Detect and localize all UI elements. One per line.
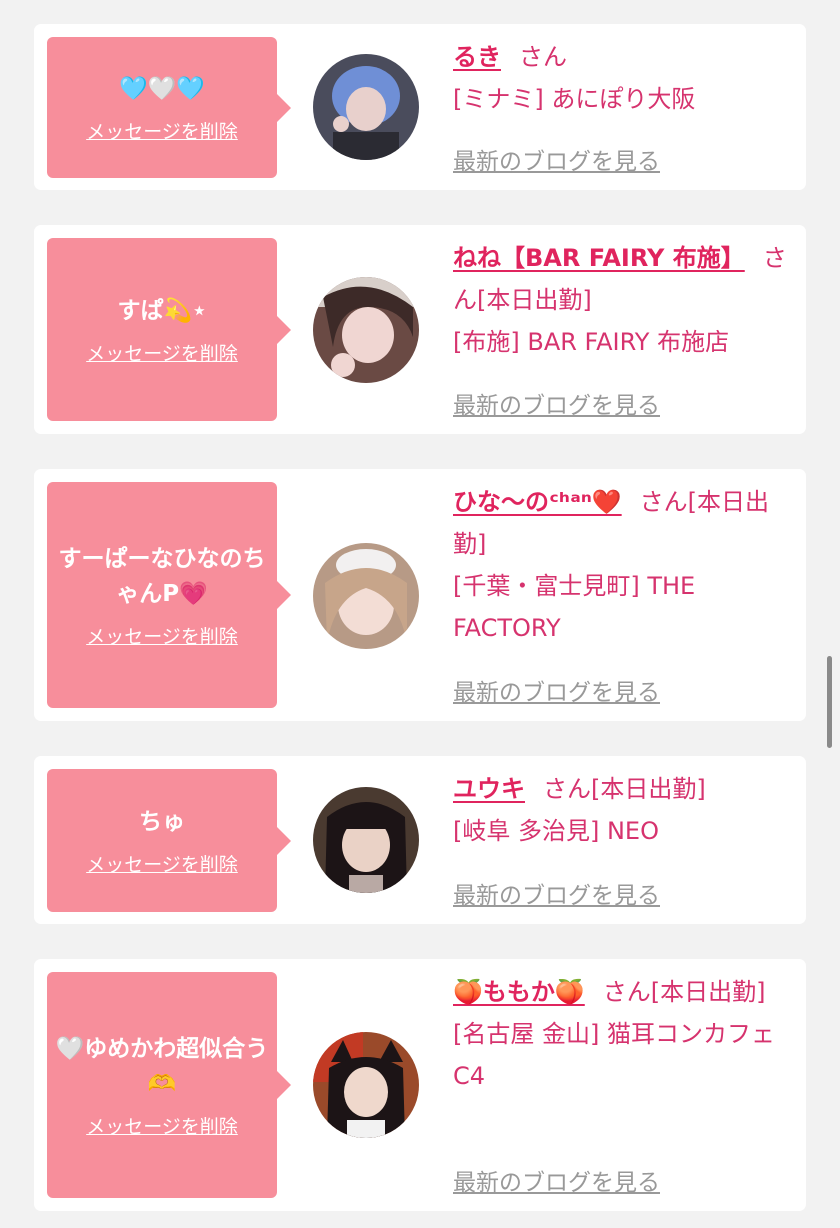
status-text: [本日出勤] [477, 286, 592, 314]
message-bubble: すぱ💫⋆ メッセージを削除 [47, 238, 291, 421]
shop-name: [千葉・富士見町] THE FACTORY [453, 572, 696, 642]
delete-message-link[interactable]: メッセージを削除 [86, 622, 238, 649]
girl-name-link[interactable]: 🍑ももか🍑 [453, 978, 585, 1006]
avatar[interactable] [313, 543, 419, 649]
girl-name-link[interactable]: ひな〜のᶜʰᵃⁿ❤️ [453, 488, 622, 516]
delete-message-link[interactable]: メッセージを削除 [86, 339, 238, 366]
honorific: さん [602, 978, 651, 1006]
message-text: 🤍ゆめかわ超似合う🫶 [55, 1035, 269, 1097]
message-text: ちゅ [139, 808, 185, 835]
favorite-card: すぱ💫⋆ メッセージを削除 ねね【BAR FAIRY 布施】 さん[本日出勤] [… [34, 225, 806, 434]
girl-info: 🍑ももか🍑 さん[本日出勤] [名古屋 金山] 猫耳コンカフェ C4 [453, 971, 793, 1097]
message-text: すーぱーなひなのちゃんP💗 [58, 545, 266, 607]
girl-info: ねね【BAR FAIRY 布施】 さん[本日出勤] [布施] BAR FAIRY … [453, 237, 793, 363]
honorific: さん [639, 488, 688, 516]
girl-name-link[interactable]: ねね【BAR FAIRY 布施】 [453, 244, 745, 272]
delete-message-link[interactable]: メッセージを削除 [86, 850, 238, 877]
girl-name-link[interactable]: ユウキ [453, 775, 525, 803]
latest-blog-link[interactable]: 最新のブログを見る [453, 142, 660, 176]
girl-info: ユウキ さん[本日出勤] [岐阜 多治見] NEO [453, 768, 793, 852]
shop-name: [ミナミ] あにぽり大阪 [453, 85, 696, 113]
message-text: 🩵🤍🩵 [119, 75, 205, 102]
favorite-card: 🩵🤍🩵 メッセージを削除 るき さん [ミナミ] あにぽり大阪 最新のブログを見る [34, 24, 806, 190]
latest-blog-link[interactable]: 最新のブログを見る [453, 876, 660, 910]
girl-info: るき さん [ミナミ] あにぽり大阪 [453, 36, 793, 120]
avatar[interactable] [313, 1032, 419, 1138]
avatar[interactable] [313, 787, 419, 893]
girl-name-link[interactable]: るき [453, 43, 501, 71]
shop-name: [岐阜 多治見] NEO [453, 817, 659, 845]
honorific: さん [543, 775, 591, 803]
avatar[interactable] [313, 277, 419, 383]
latest-blog-link[interactable]: 最新のブログを見る [453, 673, 660, 707]
message-text: すぱ💫⋆ [117, 297, 207, 324]
delete-message-link[interactable]: メッセージを削除 [86, 1112, 238, 1139]
message-bubble: ちゅ メッセージを削除 [47, 769, 291, 912]
status-text: [本日出勤] [591, 775, 706, 803]
favorite-card: ちゅ メッセージを削除 ユウキ さん[本日出勤] [岐阜 多治見] NEO 最新の… [34, 756, 806, 924]
favorite-card: すーぱーなひなのちゃんP💗 メッセージを削除 ひな〜のᶜʰᵃⁿ❤️ さん[本日出勤… [34, 469, 806, 721]
shop-name: [布施] BAR FAIRY 布施店 [453, 328, 730, 356]
message-bubble: 🩵🤍🩵 メッセージを削除 [47, 37, 291, 178]
shop-name: [名古屋 金山] 猫耳コンカフェ C4 [453, 1020, 775, 1090]
latest-blog-link[interactable]: 最新のブログを見る [453, 1163, 660, 1197]
delete-message-link[interactable]: メッセージを削除 [86, 117, 238, 144]
favorite-card: 🤍ゆめかわ超似合う🫶 メッセージを削除 🍑ももか🍑 さん[本日出勤] [名古屋 金… [34, 959, 806, 1211]
avatar[interactable] [313, 54, 419, 160]
status-text: [本日出勤] [650, 978, 766, 1006]
message-bubble: 🤍ゆめかわ超似合う🫶 メッセージを削除 [47, 972, 291, 1198]
latest-blog-link[interactable]: 最新のブログを見る [453, 386, 660, 420]
girl-info: ひな〜のᶜʰᵃⁿ❤️ さん[本日出勤] [千葉・富士見町] THE FACTORY [453, 481, 793, 649]
message-bubble: すーぱーなひなのちゃんP💗 メッセージを削除 [47, 482, 291, 708]
honorific: さん [519, 43, 567, 71]
scrollbar[interactable] [827, 656, 832, 748]
